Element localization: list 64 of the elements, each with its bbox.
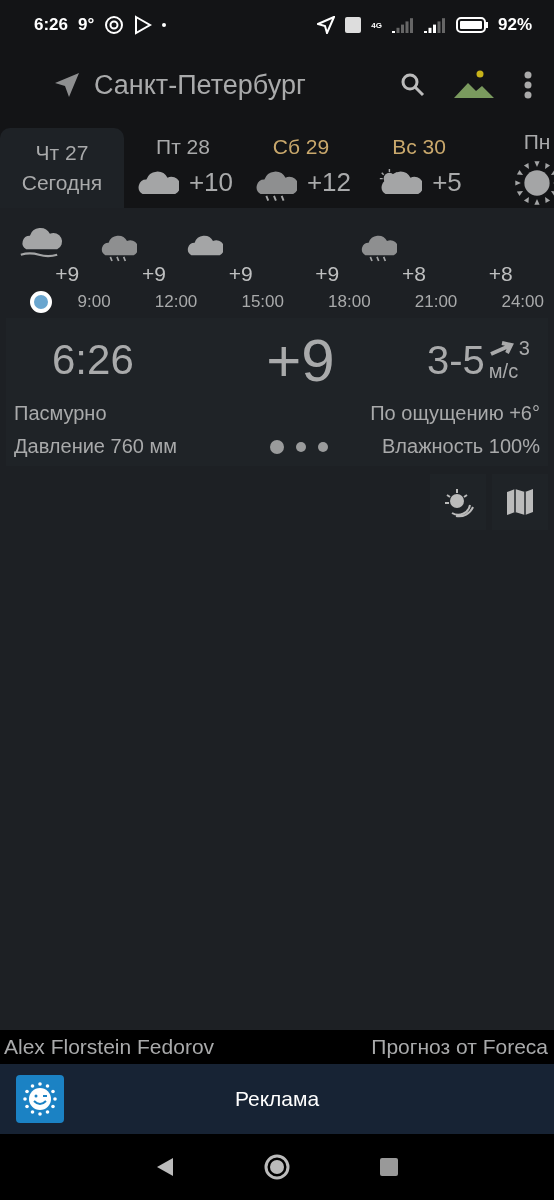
current-time: 6:26 bbox=[52, 336, 134, 384]
day-tab[interactable]: Пн bbox=[478, 128, 554, 208]
feels-like-label: По ощущению +6° bbox=[370, 402, 540, 425]
day-label: Пт 28 bbox=[156, 134, 210, 159]
location-arrow-icon bbox=[317, 16, 336, 34]
hour-time: 15:00 bbox=[241, 292, 284, 312]
page-dot[interactable] bbox=[296, 441, 307, 452]
search-icon[interactable] bbox=[400, 72, 426, 98]
day-label: Чт 27 bbox=[35, 141, 89, 165]
day-label: Пн bbox=[523, 130, 551, 154]
sun-icon bbox=[514, 160, 554, 206]
wind-gust: 3 bbox=[518, 337, 530, 360]
day-tab[interactable]: Чт 27 Сегодня bbox=[0, 128, 124, 208]
hour-temperature: +8 bbox=[488, 262, 513, 286]
play-icon bbox=[134, 15, 153, 35]
app-icon bbox=[16, 1075, 64, 1123]
hour-time: 18:00 bbox=[328, 292, 371, 312]
map-icon bbox=[505, 487, 535, 517]
day-label: Сб 29 bbox=[272, 134, 330, 159]
dot-icon bbox=[162, 23, 167, 27]
author-credit: Alex Florstein Fedorov bbox=[4, 1035, 215, 1059]
hour-temperature: +9 bbox=[55, 262, 80, 286]
current-time-marker bbox=[30, 291, 52, 313]
wind-direction-icon bbox=[488, 340, 515, 357]
battery-icon bbox=[455, 17, 488, 33]
hour-temperature: +9 bbox=[315, 262, 340, 286]
landscape-icon[interactable] bbox=[454, 70, 496, 100]
humidity-label: Влажность 100% bbox=[382, 435, 540, 458]
wind-unit: м/с bbox=[488, 360, 519, 383]
hour-temperature: +9 bbox=[142, 262, 166, 286]
hour-temperature: +8 bbox=[402, 262, 426, 286]
hour-time: 24:00 bbox=[501, 292, 544, 312]
wind-speed: 3-5 bbox=[427, 337, 485, 383]
day-temperature: +5 bbox=[432, 167, 462, 199]
signal-icon bbox=[423, 17, 446, 33]
day-label: Вс 30 bbox=[392, 134, 446, 159]
hour-time: 9:00 bbox=[77, 292, 111, 312]
location-arrow-icon bbox=[54, 72, 80, 98]
day-temperature: +10 bbox=[188, 167, 234, 199]
today-label: Сегодня bbox=[21, 171, 103, 195]
condition-label: Пасмурно bbox=[14, 402, 107, 425]
hour-temperature: +9 bbox=[228, 262, 253, 286]
pressure-label: Давление 760 мм bbox=[14, 435, 177, 458]
forecast-source: Прогноз от Foreca bbox=[371, 1035, 548, 1059]
more-icon[interactable] bbox=[524, 71, 532, 99]
network-label: 4G bbox=[371, 20, 382, 30]
status-temperature: 9° bbox=[78, 15, 95, 35]
status-time: 6:26 bbox=[34, 15, 69, 35]
day-tab[interactable]: Вс 30 +5 bbox=[360, 128, 478, 208]
day-temperature: +12 bbox=[306, 167, 352, 199]
day-tab[interactable]: Сб 29 +12 bbox=[242, 128, 360, 208]
hour-time: 12:00 bbox=[154, 292, 198, 312]
battery-percent: 92% bbox=[497, 15, 532, 35]
city-title: Санкт-Петербург bbox=[94, 69, 307, 101]
page-dot[interactable] bbox=[270, 439, 285, 454]
back-icon[interactable] bbox=[156, 1157, 174, 1177]
current-temperature: +9 bbox=[266, 325, 335, 395]
ad-label: Реклама bbox=[233, 1087, 321, 1111]
page-dot[interactable] bbox=[318, 441, 329, 452]
signal-icon bbox=[391, 17, 414, 33]
sun-wind-icon bbox=[442, 486, 474, 518]
hour-time: 21:00 bbox=[414, 292, 458, 312]
home-icon[interactable] bbox=[264, 1154, 290, 1180]
day-tab[interactable]: Пт 28 +10 bbox=[124, 128, 242, 208]
